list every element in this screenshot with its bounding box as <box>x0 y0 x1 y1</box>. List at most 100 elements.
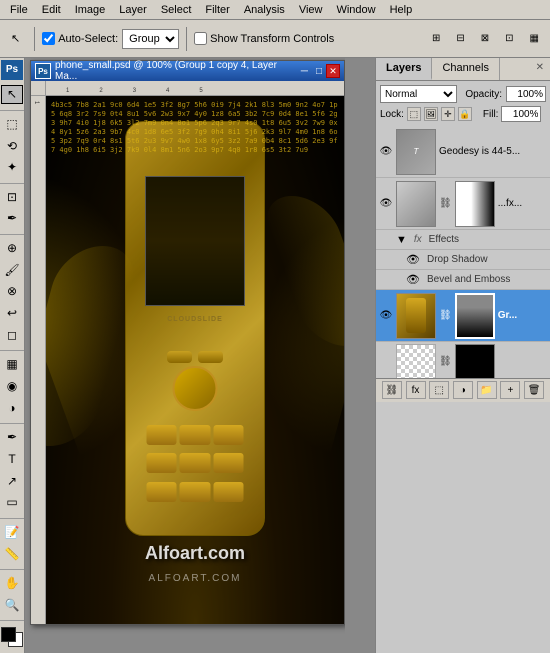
layer-item-empty[interactable]: 👁 ⛓ <box>376 342 550 378</box>
zoom-tool[interactable]: 🔍 <box>1 595 23 615</box>
layer-item[interactable]: 👁 T Geodesy is 44-5... <box>376 126 550 178</box>
menu-filter[interactable]: Filter <box>199 2 235 18</box>
close-button[interactable]: ✕ <box>326 64 340 78</box>
document-canvas-wrapper: 12345 4b3c5 7b8 2a1 9c0 6d4 1e5 3f <box>46 81 344 624</box>
layer-visibility-icon[interactable]: 👁 <box>379 309 393 323</box>
move-tool-button[interactable]: ↖ <box>4 27 27 51</box>
tool-spacer-8 <box>0 618 24 622</box>
healing-tool[interactable]: ⊕ <box>1 238 23 258</box>
pen-tool[interactable]: ✒ <box>1 427 23 447</box>
blur-tool[interactable]: ◉ <box>1 376 23 396</box>
layer-item-selected[interactable]: 👁 ⛓ Gr... <box>376 290 550 342</box>
layer-group-button[interactable]: 📁 <box>477 381 497 399</box>
history-tool[interactable]: ↩ <box>1 303 23 323</box>
lock-all-icon[interactable]: 🔒 <box>458 107 472 121</box>
clone-tool[interactable]: ⊗ <box>1 282 23 302</box>
eye-icon-dropshadow[interactable]: 👁 <box>406 253 420 266</box>
path-select-tool[interactable]: ↗ <box>1 471 23 491</box>
menu-file[interactable]: File <box>4 2 34 18</box>
delete-layer-button[interactable]: 🗑 <box>524 381 544 399</box>
layer-visibility-icon[interactable]: 👁 <box>379 145 393 159</box>
bevel-emboss-layer[interactable]: 👁 Bevel and Emboss <box>376 270 550 290</box>
tools-panel: Ps ↖ ⬚ ⟲ ✦ ⊡ ✒ ⊕ 🖌 ⊗ ↩ ◻ ▦ ◉ ◑ ✒ T ↗ ▭ 📝… <box>0 58 25 653</box>
eraser-tool[interactable]: ◻ <box>1 325 23 345</box>
layer-name: Gr... <box>498 310 517 321</box>
lasso-tool[interactable]: ⟲ <box>1 136 23 156</box>
crop-tool[interactable]: ⊡ <box>1 187 23 207</box>
lock-position-icon[interactable]: ✛ <box>441 107 455 121</box>
menu-view[interactable]: View <box>293 2 329 18</box>
layers-list: 👁 T Geodesy is 44-5... 👁 ⛓ ...fx... ▼ fx… <box>376 126 550 378</box>
document-rulers-area: 1 2 3 4 5 6 7 8 <box>31 81 344 624</box>
vertical-ruler: 1 2 3 4 5 6 7 8 <box>31 96 46 624</box>
measure-tool[interactable]: 📏 <box>1 544 23 564</box>
layer-mask-thumbnail <box>455 344 495 378</box>
watermark2: ALFOART.COM <box>149 573 242 584</box>
lock-image-icon[interactable]: 🖼 <box>424 107 438 121</box>
panel-close-icon[interactable]: ✕ <box>530 58 550 80</box>
menu-edit[interactable]: Edit <box>36 2 67 18</box>
autoselect-checkbox[interactable] <box>42 32 55 45</box>
document-canvas[interactable]: 4b3c5 7b8 2a1 9c0 6d4 1e5 3f2 8g7 5h6 0i… <box>46 96 344 624</box>
adjustment-layer-button[interactable]: ◑ <box>453 381 473 399</box>
layer-visibility-icon[interactable]: 👁 <box>379 197 393 211</box>
align-left-button[interactable]: ⊞ <box>425 27 447 51</box>
layer-item[interactable]: 👁 ⛓ ...fx... <box>376 178 550 230</box>
layer-name: Geodesy is 44-5... <box>439 146 520 157</box>
lock-transparent-icon[interactable]: ⬚ <box>407 107 421 121</box>
tab-channels[interactable]: Channels <box>432 58 499 80</box>
move-tool[interactable]: ↖ <box>1 85 23 105</box>
effects-expand-icon[interactable]: ▼ <box>396 234 407 246</box>
layer-mask-button[interactable]: ⬚ <box>429 381 449 399</box>
link-layers-button[interactable]: ⛓ <box>382 381 402 399</box>
new-layer-button[interactable]: + <box>500 381 520 399</box>
marquee-tool[interactable]: ⬚ <box>1 114 23 134</box>
hand-tool[interactable]: ✋ <box>1 573 23 593</box>
layer-chain-icon: ⛓ <box>439 310 452 321</box>
menu-window[interactable]: Window <box>330 2 381 18</box>
phone-buttons-row <box>167 351 223 363</box>
wand-tool[interactable]: ✦ <box>1 157 23 177</box>
tool-spacer-2 <box>0 180 24 184</box>
menu-image[interactable]: Image <box>69 2 112 18</box>
autoselect-select[interactable]: Group <box>122 29 179 49</box>
menu-analysis[interactable]: Analysis <box>238 2 291 18</box>
transform-controls-checkbox[interactable] <box>194 32 207 45</box>
shape-tool[interactable]: ▭ <box>1 493 23 513</box>
gradient-tool[interactable]: ▦ <box>1 354 23 374</box>
distribute-button[interactable]: ⊡ <box>498 27 520 51</box>
minimize-btn[interactable]: ─ <box>301 66 308 77</box>
menu-layer[interactable]: Layer <box>113 2 153 18</box>
blend-mode-select[interactable]: Normal <box>380 85 457 103</box>
notes-tool[interactable]: 📝 <box>1 522 23 542</box>
panel-extra-space <box>376 402 550 653</box>
tab-layers[interactable]: Layers <box>376 58 432 80</box>
maximize-btn[interactable]: □ <box>316 66 322 77</box>
brush-tool[interactable]: 🖌 <box>1 260 23 280</box>
type-tool[interactable]: T <box>1 449 23 469</box>
align-right-button[interactable]: ⊠ <box>474 27 496 51</box>
dodge-tool[interactable]: ◑ <box>1 398 23 418</box>
menu-select[interactable]: Select <box>155 2 198 18</box>
bevel-emboss-label: Bevel and Emboss <box>427 274 510 285</box>
layer-style-button[interactable]: fx <box>406 381 426 399</box>
toolbar: ↖ Auto-Select: Group Show Transform Cont… <box>0 20 550 58</box>
layer-thumbnail <box>396 344 436 378</box>
layer-chain-icon: ⛓ <box>439 356 452 367</box>
doc-ps-logo: Ps <box>35 63 51 79</box>
foreground-color-swatch[interactable] <box>1 627 16 642</box>
btn-left <box>167 351 192 363</box>
eyedropper-tool[interactable]: ✒ <box>1 209 23 229</box>
move-icon: ↖ <box>11 32 20 45</box>
tool-spacer-7 <box>0 566 24 570</box>
arrange-button[interactable]: ▦ <box>523 27 546 51</box>
menu-help[interactable]: Help <box>384 2 419 18</box>
effects-layer[interactable]: ▼ fx Effects <box>376 230 550 250</box>
opacity-input[interactable] <box>506 86 546 102</box>
fill-input[interactable] <box>501 106 541 122</box>
align-center-button[interactable]: ⊟ <box>449 27 471 51</box>
color-swatches[interactable] <box>1 627 23 647</box>
drop-shadow-layer[interactable]: 👁 Drop Shadow <box>376 250 550 270</box>
eye-icon-bevel[interactable]: 👁 <box>406 273 420 286</box>
layer-thumbnail <box>396 181 436 227</box>
